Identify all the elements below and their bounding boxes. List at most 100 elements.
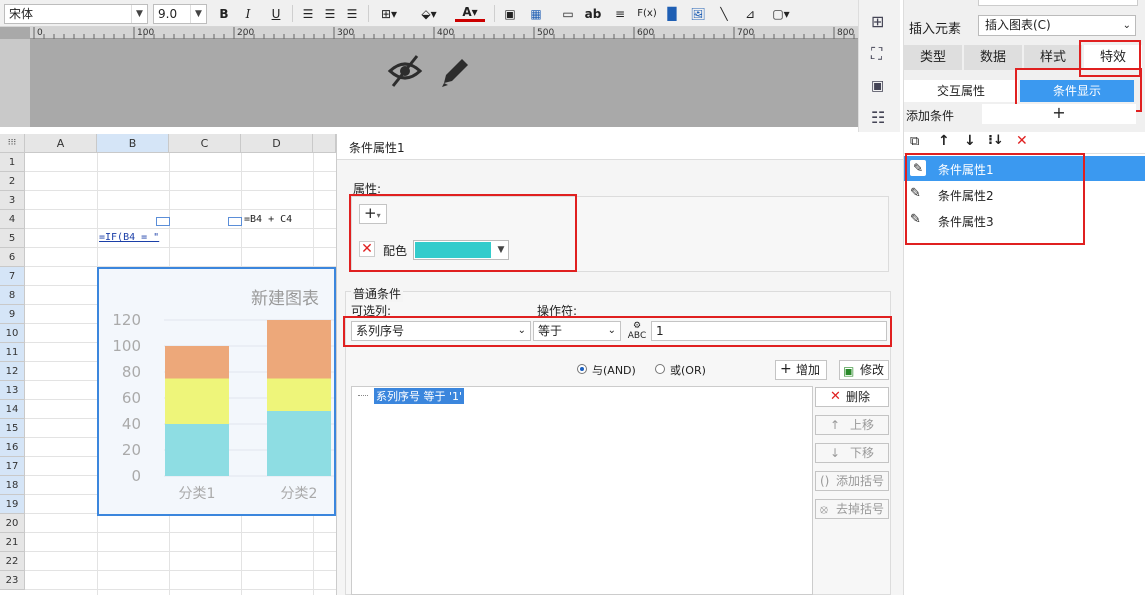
row-header[interactable]: 23: [0, 571, 25, 590]
underline-button[interactable]: U: [266, 4, 286, 24]
paragraph-icon[interactable]: ≡: [610, 4, 630, 24]
ruler-label: 500: [537, 28, 554, 38]
bar-segment: [165, 424, 229, 476]
merge-cell-icon[interactable]: ▣: [500, 4, 520, 24]
cell-widget-b4[interactable]: [156, 217, 170, 226]
slash-icon[interactable]: ╲: [714, 4, 734, 24]
column-header-b[interactable]: B: [97, 134, 169, 153]
cell-element-icon[interactable]: ▢▾: [766, 4, 796, 24]
add-condition-button[interactable]: +: [982, 104, 1136, 124]
row-header[interactable]: 20: [0, 514, 25, 533]
cell-d4-formula[interactable]: =B4 + C4: [244, 214, 292, 225]
font-size-select[interactable]: 9.0 ▼: [153, 4, 207, 24]
tab-data[interactable]: 数据: [964, 45, 1022, 70]
widget-icon[interactable]: ⊞: [871, 12, 884, 31]
row-header[interactable]: 8: [0, 286, 25, 305]
font-name-select[interactable]: 宋体 ▼: [4, 4, 148, 24]
select-all-corner[interactable]: ⁝⁝⁝: [0, 134, 25, 153]
y-tick-label: 80: [122, 363, 141, 381]
move-down-button[interactable]: ↓ 下移: [815, 443, 889, 463]
and-radio[interactable]: [577, 364, 587, 374]
font-name-value: 宋体: [9, 7, 34, 21]
column-header-a[interactable]: A: [25, 134, 97, 153]
copy-icon[interactable]: ⧉: [910, 134, 919, 149]
italic-button[interactable]: I: [238, 4, 258, 24]
row-header[interactable]: 9: [0, 305, 25, 324]
text-button[interactable]: ab: [582, 4, 604, 24]
insert-element-select[interactable]: 插入图表(C) ⌄: [978, 15, 1136, 36]
column-header-e[interactable]: [313, 134, 336, 153]
add-paren-button[interactable]: () 添加括号: [815, 471, 889, 491]
row-header[interactable]: 7: [0, 267, 25, 286]
arrow-up-icon: ↑: [830, 418, 841, 432]
row-header[interactable]: 19: [0, 495, 25, 514]
delete-icon[interactable]: ✕: [1016, 133, 1028, 149]
row-header[interactable]: 10: [0, 324, 25, 343]
add-button[interactable]: + 增加: [775, 360, 827, 380]
condition-item[interactable]: 系列序号 等于 '1': [374, 388, 465, 404]
layout-icon[interactable]: ☷: [871, 108, 885, 127]
interaction-tab[interactable]: 交互属性: [904, 80, 1018, 102]
top-field[interactable]: [978, 0, 1138, 6]
y-tick-label: 20: [122, 441, 141, 459]
border-icon[interactable]: ⊞▾: [374, 4, 404, 24]
row-header[interactable]: 17: [0, 457, 25, 476]
edit-icon[interactable]: [442, 59, 468, 87]
grid-line: [25, 247, 336, 248]
row-header[interactable]: 21: [0, 533, 25, 552]
arrow-up-icon[interactable]: ↑: [938, 133, 950, 149]
hide-icon[interactable]: [387, 55, 423, 87]
right-panel: 插入元素 插入图表(C) ⌄ 类型 数据 样式 特效 交互属性 条件显示 添加条件…: [903, 0, 1145, 595]
row-header[interactable]: 18: [0, 476, 25, 495]
tab-style[interactable]: 样式: [1024, 45, 1082, 70]
align-center-icon[interactable]: ☰: [320, 4, 340, 24]
x-tick-label: 分类1: [179, 486, 216, 502]
condition-list[interactable]: 系列序号 等于 '1': [351, 386, 813, 595]
cell-b5-formula[interactable]: =IF(B4 = ": [99, 232, 161, 243]
column-header-d[interactable]: D: [241, 134, 313, 153]
move-bottom-icon[interactable]: ⁝↓: [988, 133, 1004, 148]
arrow-down-icon[interactable]: ↓: [964, 133, 976, 149]
formula-button[interactable]: F(x): [636, 4, 658, 24]
or-radio[interactable]: [655, 364, 665, 374]
divider: [494, 5, 495, 22]
row-header[interactable]: 11: [0, 343, 25, 362]
move-up-label: 上移: [850, 418, 875, 432]
frame-icon[interactable]: ▣: [871, 78, 884, 94]
row-header[interactable]: 6: [0, 248, 25, 267]
align-left-icon[interactable]: ☰: [298, 4, 318, 24]
row-header[interactable]: 13: [0, 381, 25, 400]
tab-type[interactable]: 类型: [904, 45, 962, 70]
insert-row-icon[interactable]: ▭: [558, 4, 578, 24]
modify-button[interactable]: ▣ 修改: [839, 360, 889, 380]
table-icon[interactable]: ▦: [526, 4, 546, 24]
row-header[interactable]: 3: [0, 191, 25, 210]
row-header[interactable]: 22: [0, 552, 25, 571]
row-header[interactable]: 14: [0, 400, 25, 419]
arrow-down-icon: ↓: [830, 446, 841, 460]
divider: [292, 5, 293, 22]
cell-widget-c4[interactable]: [228, 217, 242, 226]
remove-paren-button[interactable]: ⦻ 去掉括号: [815, 499, 889, 519]
fill-color-icon[interactable]: ⬙▾: [414, 4, 444, 24]
row-header[interactable]: 15: [0, 419, 25, 438]
image-icon[interactable]: 🖼: [688, 4, 708, 24]
font-color-icon[interactable]: A▾: [455, 4, 485, 22]
row-header[interactable]: 12: [0, 362, 25, 381]
delete-button[interactable]: ✕ 删除: [815, 387, 889, 407]
row-header[interactable]: 16: [0, 438, 25, 457]
row-header[interactable]: 5: [0, 229, 25, 248]
report-canvas: [0, 27, 858, 127]
crop-icon[interactable]: ⛶: [871, 44, 882, 64]
move-up-button[interactable]: ↑ 上移: [815, 415, 889, 435]
move-down-label: 下移: [850, 446, 875, 460]
bold-button[interactable]: B: [214, 4, 234, 24]
format-brush-icon[interactable]: ⊿: [740, 4, 760, 24]
row-header[interactable]: 4: [0, 210, 25, 229]
row-header[interactable]: 1: [0, 153, 25, 172]
chart-icon[interactable]: ▐▌: [662, 4, 682, 24]
align-right-icon[interactable]: ☰: [342, 4, 362, 24]
chart[interactable]: 新建图表 0 20 40 60 80 100 120 分类1 分类2: [97, 267, 336, 516]
row-header[interactable]: 2: [0, 172, 25, 191]
column-header-c[interactable]: C: [169, 134, 241, 153]
